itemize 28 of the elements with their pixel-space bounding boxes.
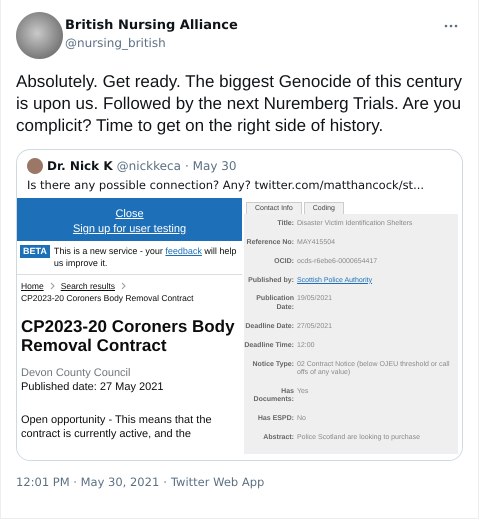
- breadcrumb-link[interactable]: Search results: [60, 281, 116, 291]
- more-icon[interactable]: [444, 24, 458, 28]
- quoted-tweet-text: Is there any possible connection? Any? twitter.com/matthancock/st...: [27, 178, 426, 192]
- banner-link[interactable]: Sign up for user testing: [72, 222, 186, 237]
- quoted-author-handle: @nickkeca: [116, 159, 181, 173]
- beta-notice: This is a new service - your feedback will help us improve it.: [54, 245, 238, 269]
- quoted-author-name: Dr. Nick K: [47, 159, 113, 173]
- author-name[interactable]: British Nursing Alliance: [65, 18, 444, 33]
- avatar: [27, 158, 43, 174]
- contract-title: CP2023-20 Coroners Body Removal Contract: [21, 317, 236, 355]
- status-text: Open opportunity - This means that the contract is currently active, and the: [21, 413, 213, 441]
- tweet-text: Absolutely. Get ready. The biggest Genocide of this century is upon us. Followed by the next Nuremberg Trials. Are you complicit? Time to get on the right side of history.: [16, 71, 463, 137]
- chevron-icon: [121, 282, 126, 290]
- organisation: Devon County Council: [21, 367, 132, 379]
- published-date: Published date: 27 May 2021: [21, 381, 164, 393]
- separator-dot: ·: [163, 475, 167, 489]
- beta-tag: BETA: [20, 245, 50, 258]
- breadcrumb-link[interactable]: Home: [21, 281, 44, 291]
- timestamp[interactable]: 12:01 PM · May 30, 2021: [16, 475, 160, 489]
- source-link[interactable]: Twitter Web App: [170, 475, 264, 489]
- quoted-date: · May 30: [184, 159, 237, 173]
- banner-link[interactable]: Close: [115, 207, 144, 222]
- author-handle[interactable]: @nursing_british: [65, 36, 444, 50]
- breadcrumb-current: CP2023-20 Coroners Body Removal Contract: [21, 293, 194, 303]
- feedback-link[interactable]: feedback: [165, 246, 202, 256]
- chevron-icon: [50, 282, 55, 290]
- avatar[interactable]: [16, 12, 63, 59]
- quoted-tweet[interactable]: [16, 149, 463, 461]
